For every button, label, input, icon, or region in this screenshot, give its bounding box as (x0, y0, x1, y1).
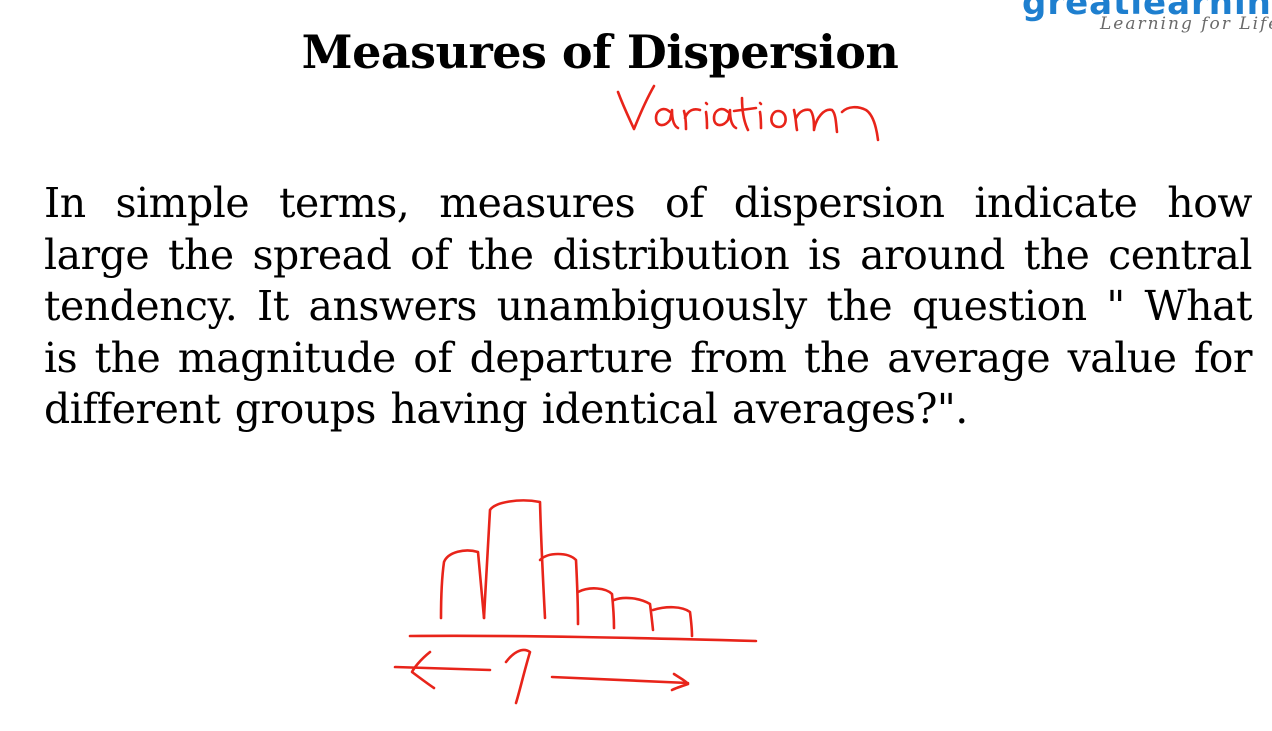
handwritten-spread-arrows (393, 648, 690, 705)
slide-title: Measures of Dispersion (301, 25, 899, 79)
handwritten-variation-word (616, 84, 880, 142)
handwritten-histogram-sketch (408, 499, 758, 643)
slide-body-text: In simple terms, measures of dispersion … (44, 179, 1253, 433)
